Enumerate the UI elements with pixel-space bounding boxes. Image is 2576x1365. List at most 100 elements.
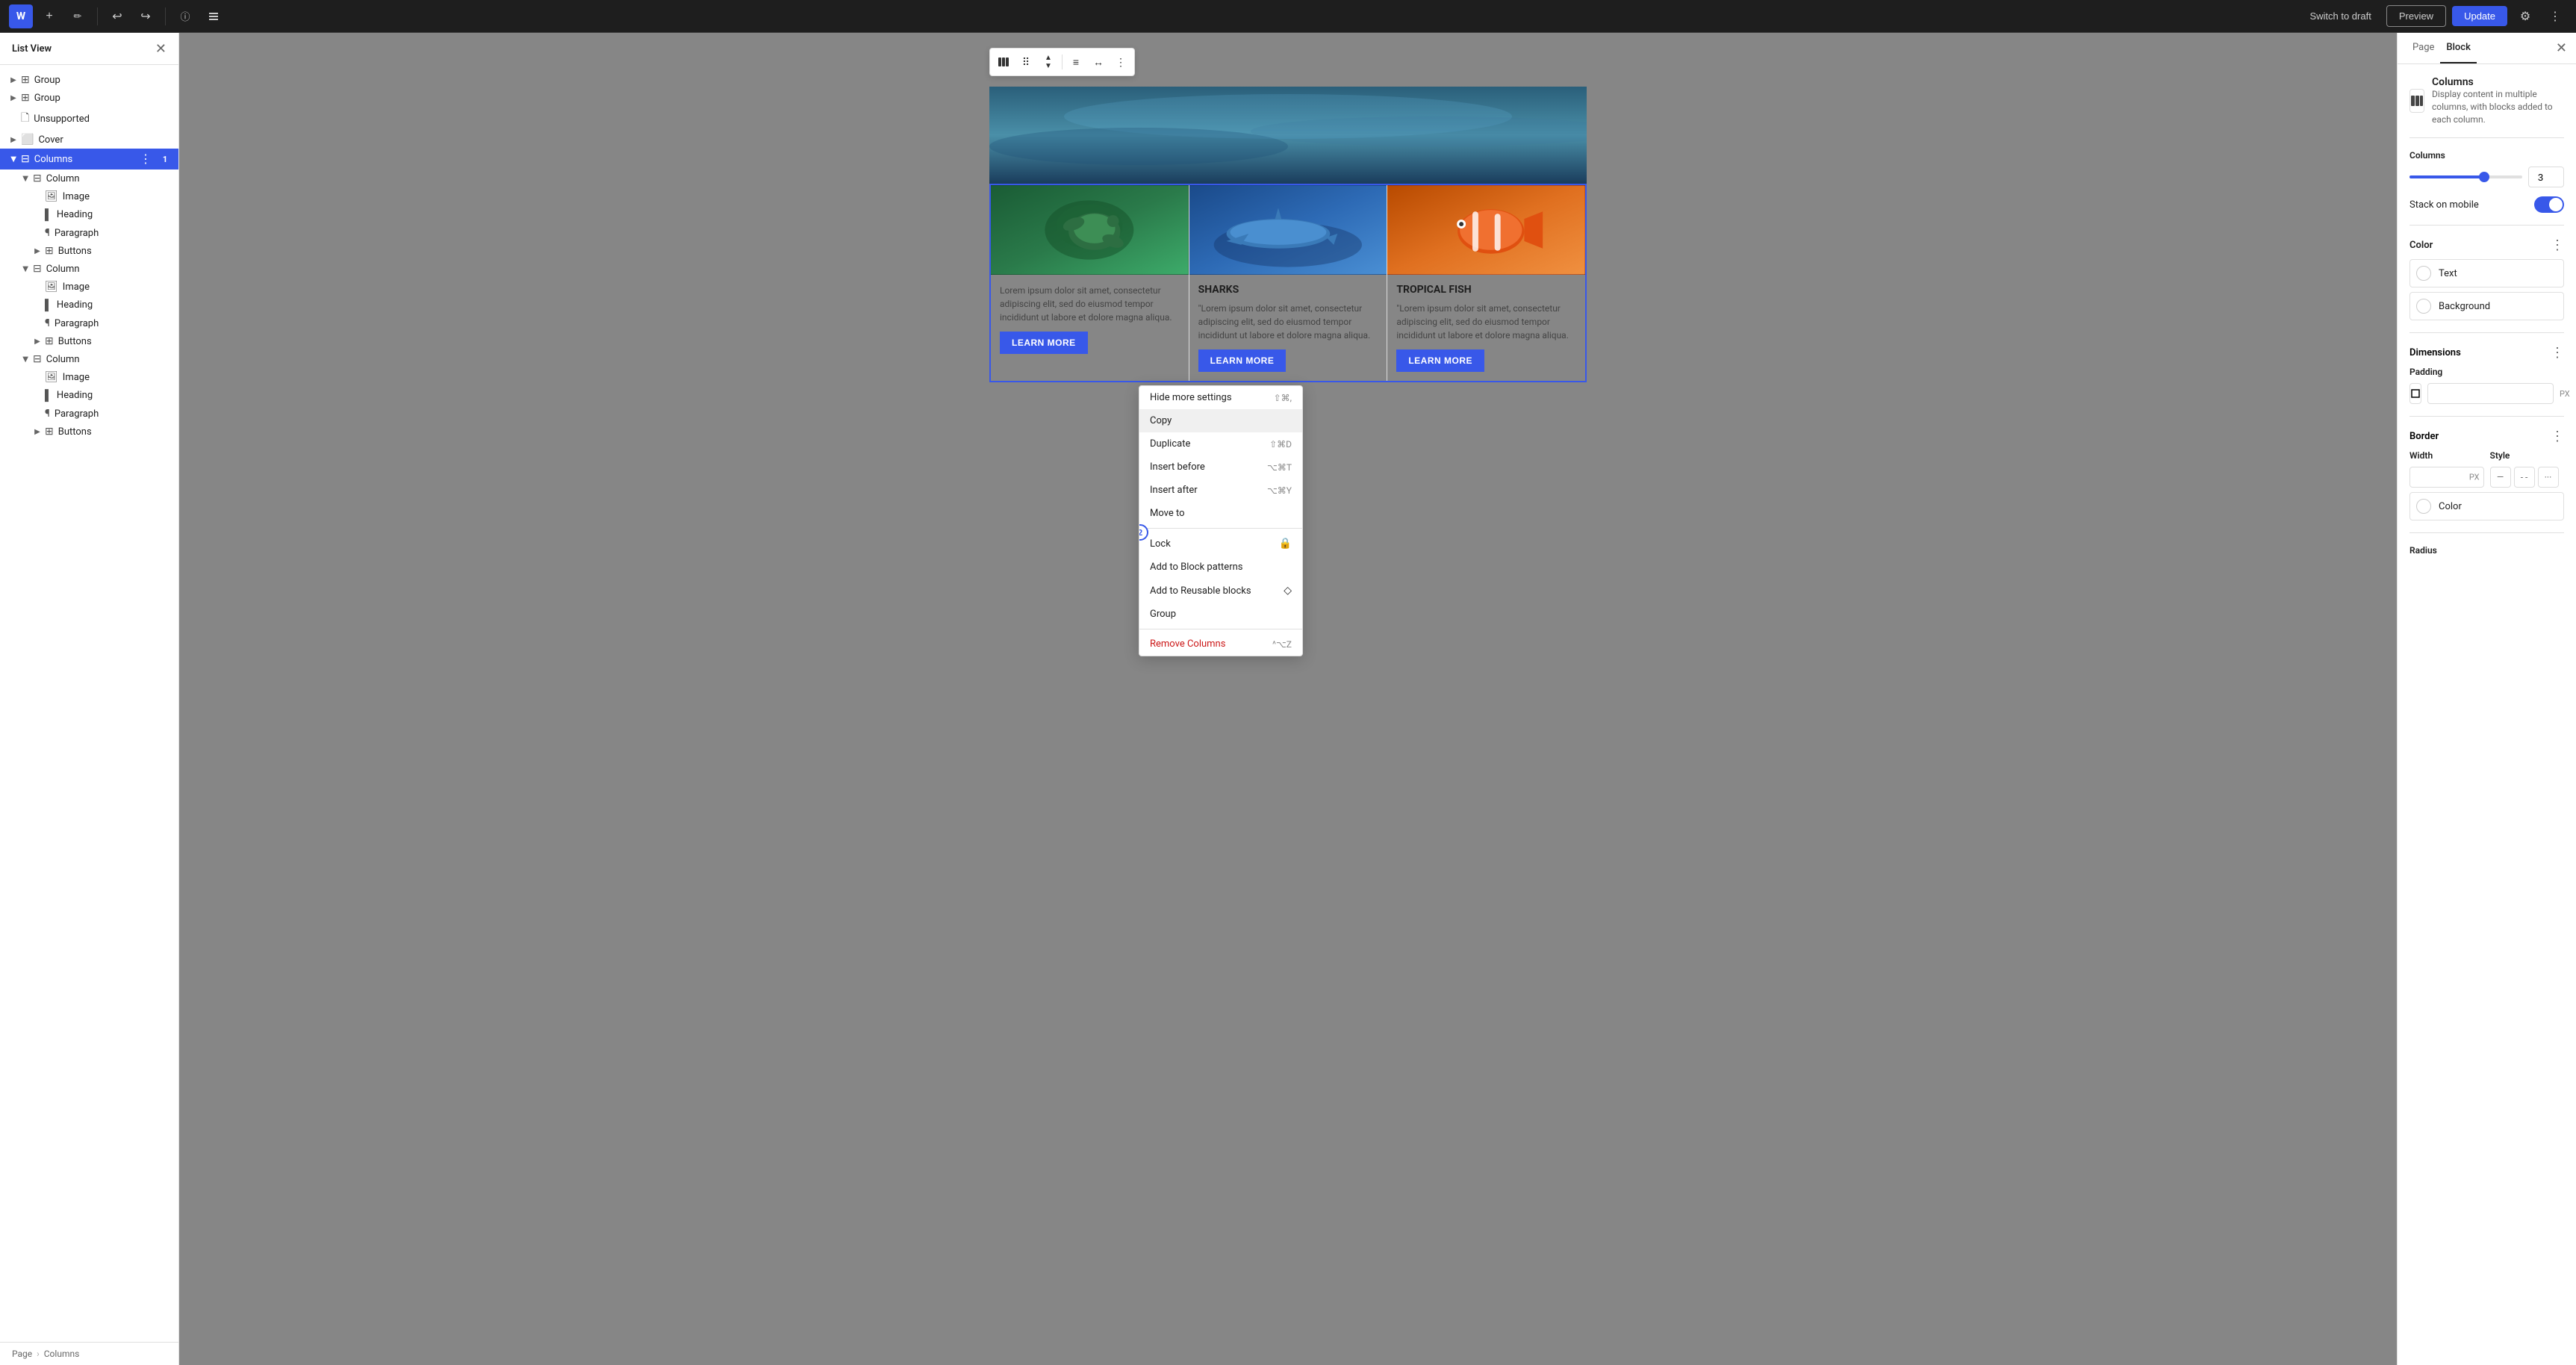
heading-icon: ▌ [45, 389, 52, 402]
right-panel-close-button[interactable]: ✕ [2556, 40, 2567, 56]
col3-text: "Lorem ipsum dolor sit amet, consectetur… [1396, 302, 1576, 342]
sidebar-item-col2-buttons[interactable]: ▶ ⊞ Buttons [0, 332, 178, 350]
list-view-button[interactable] [202, 4, 225, 28]
width-button[interactable]: ↔ [1088, 52, 1109, 72]
sidebar-item-column3[interactable]: ▶ ⊟ Column [0, 350, 178, 368]
stack-on-mobile-toggle[interactable] [2534, 196, 2564, 213]
color-text-option[interactable]: Text [2409, 259, 2564, 287]
align-button[interactable]: ≡ [1065, 52, 1086, 72]
cm-add-block-patterns[interactable]: Add to Block patterns [1139, 556, 1302, 579]
columns-slider-track[interactable] [2409, 175, 2522, 178]
tab-page[interactable]: Page [2407, 33, 2440, 63]
radius-label: Radius [2409, 545, 2564, 556]
sidebar-item-col3-heading[interactable]: ▶ ▌ Heading [0, 386, 178, 405]
padding-box-icon[interactable] [2409, 383, 2421, 404]
sidebar-item-unsupported[interactable]: ▶ 🗋 Unsupported [0, 107, 178, 131]
color-circle-bg [2416, 299, 2431, 314]
update-button[interactable]: Update [2452, 6, 2507, 26]
dimensions-more-button[interactable]: ⋮ [2551, 345, 2564, 361]
undo-button[interactable]: ↩ [105, 4, 129, 28]
cm-group[interactable]: Group [1139, 603, 1302, 626]
list-view-icon [208, 10, 220, 22]
wordpress-logo[interactable]: W [9, 4, 33, 28]
settings-button[interactable]: ⚙ [2513, 4, 2537, 28]
cm-add-reusable[interactable]: Add to Reusable blocks ◇ [1139, 579, 1302, 603]
paragraph-icon: ¶ [45, 317, 50, 329]
columns-input[interactable] [2528, 167, 2564, 187]
add-block-button[interactable]: + [37, 4, 61, 28]
border-unit: PX [2469, 473, 2480, 482]
sidebar-item-col3-paragraph[interactable]: ▶ ¶ Paragraph [0, 405, 178, 423]
cm-insert-after[interactable]: Insert after ⌥⌘Y [1139, 479, 1302, 502]
cm-label: Duplicate [1150, 438, 1190, 450]
sidebar-item-col1-heading[interactable]: ▶ ▌ Heading [0, 205, 178, 224]
sidebar-item-col2-heading[interactable]: ▶ ▌ Heading [0, 296, 178, 314]
drag-button[interactable]: ⠿ [1015, 52, 1036, 72]
more-options-button[interactable]: ⋮ [1110, 52, 1131, 72]
sidebar-item-col1-image[interactable]: ▶ 🖼 Image [0, 187, 178, 205]
sidebar-item-cover[interactable]: ▶ ⬜ Cover [0, 131, 178, 149]
cm-hide-settings[interactable]: Hide more settings ⇧⌘, [1139, 386, 1302, 409]
sidebar-item-column1[interactable]: ▶ ⊟ Column [0, 170, 178, 187]
move-up-button[interactable]: ▲▼ [1038, 52, 1059, 72]
cm-lock[interactable]: Lock 🔒 2 [1139, 532, 1302, 556]
cm-move-to[interactable]: Move to [1139, 502, 1302, 525]
chevron-icon: ▶ [6, 76, 21, 84]
sidebar-item-col1-paragraph[interactable]: ▶ ¶ Paragraph [0, 224, 178, 242]
sidebar-item-label: Heading [57, 209, 172, 220]
sidebar-item-col3-image[interactable]: ▶ 🖼 Image [0, 368, 178, 386]
columns-block-icon [2410, 94, 2424, 108]
sidebar-item-col3-buttons[interactable]: ▶ ⊞ Buttons [0, 423, 178, 441]
columns-more-button[interactable]: ⋮ [137, 152, 155, 167]
tab-block[interactable]: Block [2440, 33, 2476, 63]
cm-copy[interactable]: Copy [1139, 409, 1302, 432]
color-background-option[interactable]: Background [2409, 292, 2564, 320]
chevron-icon: ▶ [22, 261, 30, 276]
color-more-button[interactable]: ⋮ [2551, 237, 2564, 253]
border-more-button[interactable]: ⋮ [2551, 429, 2564, 444]
cm-label: Insert after [1150, 485, 1198, 496]
col2-learn-more-button[interactable]: LEARN MORE [1198, 349, 1287, 372]
border-style-dashed[interactable]: - - [2514, 467, 2535, 488]
breadcrumb-page[interactable]: Page [12, 1349, 32, 1359]
border-color-option[interactable]: Color [2409, 492, 2564, 520]
border-width-label: Width [2409, 450, 2484, 461]
sidebar-item-label: Group [34, 75, 172, 86]
sidebar-item-columns[interactable]: ▶ ⊟ Columns ⋮ 1 [0, 149, 178, 170]
cover-icon: ⬜ [21, 134, 34, 146]
heading-icon: ▌ [45, 208, 52, 221]
sidebar-item-group1[interactable]: ▶ ⊞ Group [0, 71, 178, 89]
sidebar-item-column2[interactable]: ▶ ⊟ Column [0, 260, 178, 278]
cm-remove-columns[interactable]: Remove Columns ^⌥Z [1139, 632, 1302, 656]
border-style-dotted[interactable]: ··· [2538, 467, 2559, 488]
sidebar-item-col1-buttons[interactable]: ▶ ⊞ Buttons [0, 242, 178, 260]
col2-text: "Lorem ipsum dolor sit amet, consectetur… [1198, 302, 1378, 342]
col1-content: Lorem ipsum dolor sit amet, consectetur … [991, 275, 1189, 363]
cm-shortcut: ⌥⌘T [1267, 462, 1292, 473]
slider-thumb[interactable] [2479, 172, 2489, 182]
list-view-sidebar: List View ✕ ▶ ⊞ Group ▶ ⊞ Group ▶ 🗋 Unsu… [0, 33, 179, 1365]
sidebar-item-group2[interactable]: ▶ ⊞ Group [0, 89, 178, 107]
col1-learn-more-button[interactable]: LEARN MORE [1000, 332, 1088, 354]
sidebar-item-label: Image [63, 372, 172, 383]
options-button[interactable]: ⋮ [2543, 4, 2567, 28]
columns-toolbar-icon[interactable] [993, 52, 1014, 72]
breadcrumb-columns[interactable]: Columns [44, 1349, 80, 1359]
col3-learn-more-button[interactable]: LEARN MORE [1396, 349, 1484, 372]
preview-button[interactable]: Preview [2386, 5, 2446, 27]
sidebar-item-col2-image[interactable]: ▶ 🖼 Image [0, 278, 178, 296]
block-toolbar-container: ⠿ ▲▼ ≡ ↔ ⋮ [989, 48, 1587, 82]
sidebar-item-col2-paragraph[interactable]: ▶ ¶ Paragraph [0, 314, 178, 332]
cm-insert-before[interactable]: Insert before ⌥⌘T [1139, 455, 1302, 479]
col3-content: TROPICAL FISH "Lorem ipsum dolor sit ame… [1387, 275, 1585, 381]
border-style-solid[interactable]: — [2490, 467, 2511, 488]
sidebar-close-button[interactable]: ✕ [155, 42, 167, 55]
padding-input[interactable] [2427, 383, 2554, 404]
sidebar-tree: ▶ ⊞ Group ▶ ⊞ Group ▶ 🗋 Unsupported ▶ ⬜ … [0, 65, 178, 1342]
switch-to-draft-button[interactable]: Switch to draft [2300, 6, 2380, 26]
redo-button[interactable]: ↪ [134, 4, 158, 28]
details-button[interactable]: ⓘ [173, 4, 197, 28]
divider [2409, 137, 2564, 138]
edit-button[interactable]: ✏ [66, 4, 90, 28]
cm-duplicate[interactable]: Duplicate ⇧⌘D [1139, 432, 1302, 455]
